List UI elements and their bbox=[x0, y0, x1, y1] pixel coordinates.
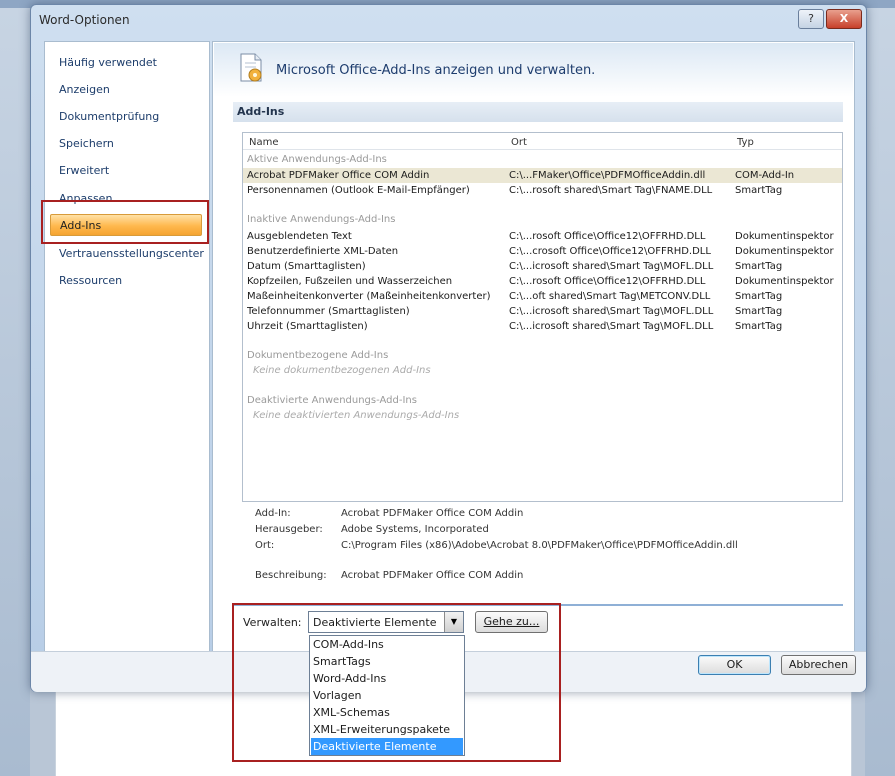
detail-value-addin: Acrobat PDFMaker Office COM Addin bbox=[341, 508, 524, 519]
table-row[interactable]: Maßeinheitenkonverter (Maßeinheitenkonve… bbox=[243, 289, 842, 304]
sidebar-item-anzeigen[interactable]: Anzeigen bbox=[59, 83, 110, 96]
sidebar-item-haeufig-verwendet[interactable]: Häufig verwendet bbox=[59, 56, 157, 69]
cell-location: C:\...oft shared\Smart Tag\METCONV.DLL bbox=[509, 291, 711, 302]
cell-type: SmartTag bbox=[735, 291, 783, 302]
manage-highlight-box bbox=[232, 603, 561, 762]
detail-label-publisher: Herausgeber: bbox=[255, 524, 323, 535]
cell-location: C:\...rosoft shared\Smart Tag\FNAME.DLL bbox=[509, 185, 713, 196]
group-title-document: Dokumentbezogene Add-Ins bbox=[247, 350, 389, 361]
group-title-active: Aktive Anwendungs-Add-Ins bbox=[247, 154, 387, 165]
cell-type: SmartTag bbox=[735, 321, 783, 332]
detail-value-description: Acrobat PDFMaker Office COM Addin bbox=[341, 570, 524, 581]
cell-type: Dokumentinspektor bbox=[735, 231, 834, 242]
addins-panel: Microsoft Office-Add-Ins anzeigen und ve… bbox=[212, 41, 855, 653]
cancel-button[interactable]: Abbrechen bbox=[781, 655, 856, 675]
addins-table[interactable]: Name Ort Typ Aktive Anwendungs-Add-Ins A… bbox=[242, 132, 843, 502]
help-button[interactable]: ? bbox=[798, 9, 824, 29]
window-title: Word-Optionen bbox=[39, 13, 130, 27]
cell-location: C:\...rosoft Office\Office12\OFFRHD.DLL bbox=[509, 276, 706, 287]
table-row[interactable]: Datum (Smarttaglisten) C:\...icrosoft sh… bbox=[243, 259, 842, 274]
cell-type: COM-Add-In bbox=[735, 170, 795, 181]
sidebar-item-ressourcen[interactable]: Ressourcen bbox=[59, 274, 122, 287]
table-row[interactable]: Ausgeblendeten Text C:\...rosoft Office\… bbox=[243, 229, 842, 244]
cell-name: Telefonnummer (Smarttaglisten) bbox=[247, 306, 410, 317]
empty-note-disabled: Keine deaktivierten Anwendungs-Add-Ins bbox=[253, 410, 460, 421]
cell-name: Datum (Smarttaglisten) bbox=[247, 261, 366, 272]
table-row[interactable]: Personennamen (Outlook E-Mail-Empfänger)… bbox=[243, 183, 842, 198]
close-button[interactable]: X bbox=[826, 9, 862, 29]
desktop-left bbox=[0, 8, 30, 776]
cell-type: Dokumentinspektor bbox=[735, 276, 834, 287]
group-title-disabled: Deaktivierte Anwendungs-Add-Ins bbox=[247, 395, 417, 406]
detail-value-location: C:\Program Files (x86)\Adobe\Acrobat 8.0… bbox=[341, 540, 738, 551]
panel-header: Microsoft Office-Add-Ins anzeigen und ve… bbox=[214, 43, 853, 97]
title-bar: Word-Optionen ? X bbox=[31, 5, 866, 35]
section-header-add-ins: Add-Ins bbox=[233, 102, 843, 122]
group-title-inactive: Inaktive Anwendungs-Add-Ins bbox=[247, 214, 396, 225]
column-header-name[interactable]: Name bbox=[249, 137, 279, 148]
add-ins-highlight-box bbox=[41, 200, 209, 244]
cell-name: Benutzerdefinierte XML-Daten bbox=[247, 246, 399, 257]
sidebar-item-dokumentpruefung[interactable]: Dokumentprüfung bbox=[59, 110, 159, 123]
cell-location: C:\...rosoft Office\Office12\OFFRHD.DLL bbox=[509, 231, 706, 242]
sidebar-item-speichern[interactable]: Speichern bbox=[59, 137, 114, 150]
cell-type: Dokumentinspektor bbox=[735, 246, 834, 257]
empty-note-document: Keine dokumentbezogenen Add-Ins bbox=[253, 365, 431, 376]
header-divider bbox=[243, 149, 842, 150]
cell-type: SmartTag bbox=[735, 261, 783, 272]
word-options-dialog: Word-Optionen ? X Häufig verwendet Anzei… bbox=[30, 4, 867, 692]
options-sidebar: Häufig verwendet Anzeigen Dokumentprüfun… bbox=[44, 41, 210, 653]
detail-label-location: Ort: bbox=[255, 540, 275, 551]
cell-name: Acrobat PDFMaker Office COM Addin bbox=[247, 170, 430, 181]
cell-name: Maßeinheitenkonverter (Maßeinheitenkonve… bbox=[247, 291, 491, 302]
cell-name: Kopfzeilen, Fußzeilen und Wasserzeichen bbox=[247, 276, 453, 287]
column-header-type[interactable]: Typ bbox=[737, 137, 754, 148]
table-row[interactable]: Benutzerdefinierte XML-Daten C:\...croso… bbox=[243, 244, 842, 259]
cell-name: Uhrzeit (Smarttaglisten) bbox=[247, 321, 368, 332]
ok-button[interactable]: OK bbox=[698, 655, 771, 675]
cell-location: C:\...icrosoft shared\Smart Tag\MOFL.DLL bbox=[509, 306, 714, 317]
cell-name: Ausgeblendeten Text bbox=[247, 231, 352, 242]
sidebar-item-erweitert[interactable]: Erweitert bbox=[59, 164, 109, 177]
cell-location: C:\...FMaker\Office\PDFMOfficeAddin.dll bbox=[509, 170, 706, 181]
detail-value-publisher: Adobe Systems, Incorporated bbox=[341, 524, 489, 535]
addin-page-icon bbox=[240, 53, 262, 82]
detail-label-addin: Add-In: bbox=[255, 508, 291, 519]
panel-title: Microsoft Office-Add-Ins anzeigen und ve… bbox=[276, 63, 596, 78]
table-row[interactable]: Acrobat PDFMaker Office COM Addin C:\...… bbox=[243, 168, 842, 183]
table-row[interactable]: Kopfzeilen, Fußzeilen und Wasserzeichen … bbox=[243, 274, 842, 289]
cell-name: Personennamen (Outlook E-Mail-Empfänger) bbox=[247, 185, 470, 196]
sidebar-item-vertrauensstellungscenter[interactable]: Vertrauensstellungscenter bbox=[59, 247, 204, 260]
table-row[interactable]: Telefonnummer (Smarttaglisten) C:\...icr… bbox=[243, 304, 842, 319]
cell-type: SmartTag bbox=[735, 306, 783, 317]
cell-location: C:\...icrosoft shared\Smart Tag\MOFL.DLL bbox=[509, 261, 714, 272]
desktop-right bbox=[865, 8, 895, 776]
cell-location: C:\...icrosoft shared\Smart Tag\MOFL.DLL bbox=[509, 321, 714, 332]
table-row[interactable]: Uhrzeit (Smarttaglisten) C:\...icrosoft … bbox=[243, 319, 842, 334]
detail-label-description: Beschreibung: bbox=[255, 570, 327, 581]
cell-type: SmartTag bbox=[735, 185, 783, 196]
column-header-location[interactable]: Ort bbox=[511, 137, 527, 148]
cell-location: C:\...crosoft Office\Office12\OFFRHD.DLL bbox=[509, 246, 711, 257]
